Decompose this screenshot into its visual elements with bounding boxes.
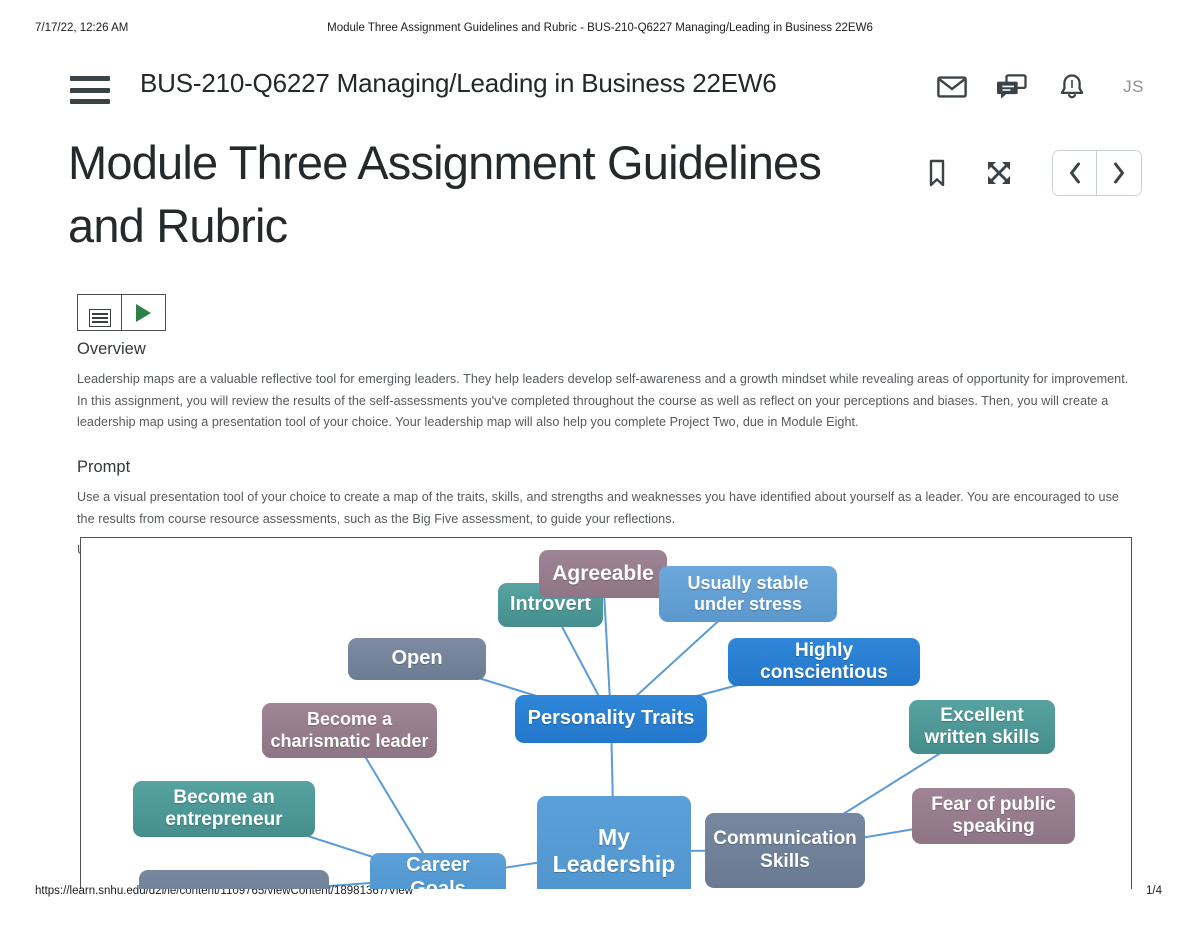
- navbar-icon-group: JS: [935, 70, 1144, 104]
- notifications-bell-icon[interactable]: [1055, 70, 1089, 104]
- page-title: Module Three Assignment Guidelines and R…: [68, 136, 822, 252]
- leadership-map-image: Introvert Agreeable Usually stable under s…: [80, 537, 1132, 889]
- prompt-heading: Prompt: [77, 457, 131, 476]
- map-node-communication-skills: Communication Skills: [705, 813, 865, 888]
- overview-heading: Overview: [77, 340, 146, 358]
- map-node-cut-off-node: [139, 870, 329, 889]
- leadership-map-canvas: Introvert Agreeable Usually stable under s…: [81, 538, 1131, 889]
- page-number: 1/4: [1146, 885, 1162, 897]
- overview-paragraph: Leadership maps are a valuable reflectiv…: [77, 372, 1129, 430]
- chat-icon[interactable]: [995, 70, 1029, 104]
- prompt-paragraph: Use a visual presentation tool of your c…: [77, 489, 1119, 526]
- doc-line: [91, 317, 108, 319]
- map-node-open: Open: [348, 638, 486, 680]
- email-icon[interactable]: [935, 70, 969, 104]
- map-node-career-goals: Career Goals: [370, 853, 506, 889]
- print-document-title: Module Three Assignment Guidelines and R…: [327, 22, 873, 34]
- print-header: 7/17/22, 12:26 AM Module Three Assignmen…: [0, 22, 1200, 38]
- hamburger-bar: [70, 76, 110, 81]
- title-actions: [922, 150, 1142, 196]
- course-title: BUS-210-Q6227 Managing/Leading in Busine…: [140, 68, 777, 98]
- play-media-button[interactable]: [122, 295, 165, 330]
- hamburger-bar: [70, 87, 110, 93]
- doc-line: [91, 321, 108, 323]
- expand-icon[interactable]: [984, 158, 1014, 188]
- map-node-highly-conscientious: Highly conscientious: [728, 638, 920, 686]
- doc-line: [91, 313, 108, 315]
- map-node-become-charismatic: Become a charismatic leader: [262, 703, 437, 758]
- document-lines-icon: [88, 309, 111, 327]
- play-triangle-icon: [136, 303, 151, 322]
- course-navbar: BUS-210-Q6227 Managing/Leading in Busine…: [0, 62, 1200, 122]
- previous-page-button[interactable]: [1053, 151, 1097, 195]
- map-node-usually-stable: Usually stable under stress: [659, 566, 837, 622]
- next-page-button[interactable]: [1097, 151, 1141, 195]
- map-node-become-entrepreneur: Become an entrepreneur: [133, 781, 315, 837]
- map-node-agreeable: Agreeable: [539, 550, 667, 598]
- avatar[interactable]: JS: [1123, 77, 1144, 97]
- map-node-excellent-written: Excellent written skills: [909, 700, 1055, 754]
- bookmark-icon[interactable]: [922, 158, 952, 188]
- hamburger-menu-icon[interactable]: [70, 76, 110, 104]
- content-toolbar: [77, 294, 166, 331]
- map-node-my-leadership: My Leadership: [537, 796, 691, 889]
- pager: [1052, 150, 1142, 196]
- hamburger-bar: [70, 99, 110, 104]
- map-node-personality-traits: Personality Traits: [515, 695, 707, 743]
- document-view-button[interactable]: [78, 295, 122, 330]
- map-node-fear-public-speaking: Fear of public speaking: [912, 788, 1075, 844]
